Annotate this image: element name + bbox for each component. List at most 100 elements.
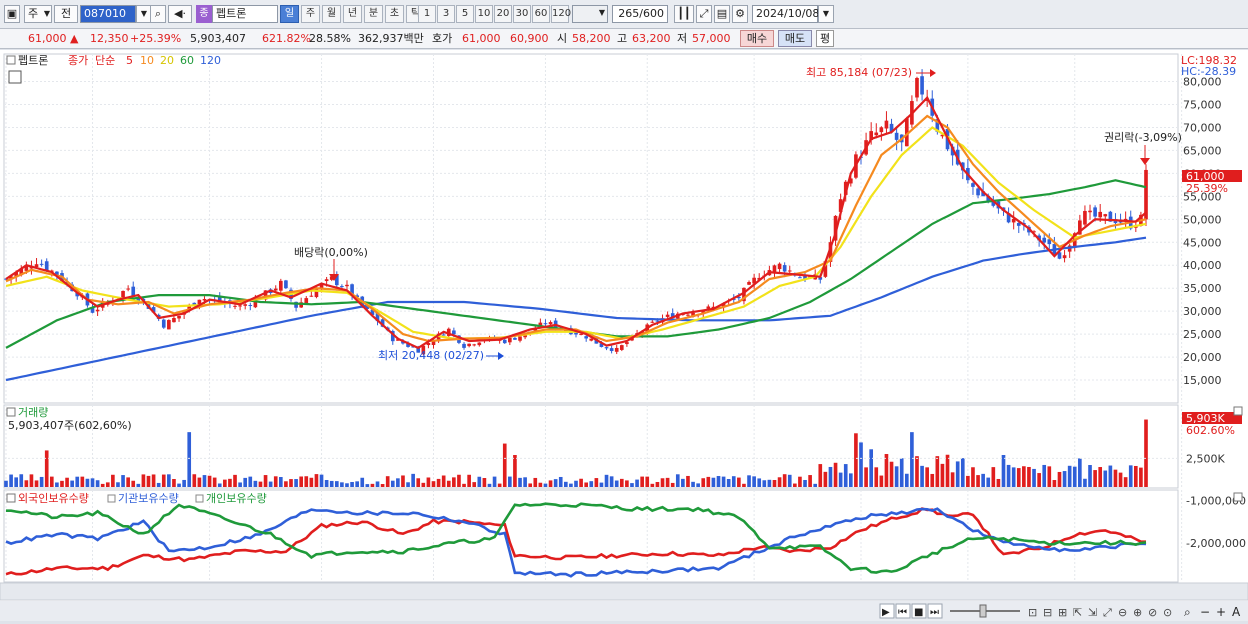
prev-stock-button[interactable]: 전 [54, 5, 78, 23]
volume-bar [370, 483, 375, 487]
interval-tab-60[interactable]: 60 [532, 5, 550, 23]
period-tab-1[interactable]: 주 [301, 5, 320, 23]
candle-body [1144, 169, 1148, 220]
holding-close-icon[interactable] [1233, 492, 1243, 502]
low-label: 저 [677, 32, 688, 45]
price-change: 12,350 [90, 32, 129, 45]
volume-bar [416, 478, 421, 487]
interval-tab-3[interactable]: 3 [437, 5, 455, 23]
volume-bar [803, 479, 807, 487]
candle-body [787, 270, 792, 272]
volume-bar [243, 477, 248, 487]
interval-tab-120[interactable]: 120 [551, 5, 571, 23]
volume-bar [691, 481, 695, 487]
legend-mode: 단순 [95, 54, 115, 67]
price-tick-label: 40,000 [1183, 259, 1222, 272]
gear-icon[interactable]: ⚙ [732, 5, 748, 23]
volume-bar [640, 476, 644, 487]
quote-info-bar: 61,000 ▲ 12,350 +25.39% 5,903,407 621.82… [0, 29, 1248, 49]
stock-code-input[interactable]: 087010 [80, 5, 136, 23]
volume-bar [390, 480, 395, 487]
volume-bar [1047, 466, 1052, 487]
volume-bar [625, 480, 629, 487]
volume-bar [609, 476, 614, 487]
volume-bar [278, 477, 283, 487]
average-button[interactable]: 평 [816, 30, 834, 47]
interval-tab-20[interactable]: 20 [494, 5, 512, 23]
date-input[interactable]: 2024/10/08 [752, 5, 819, 23]
volume-bar [345, 483, 349, 487]
volume-bar [1016, 468, 1021, 487]
volume-bar [910, 432, 914, 487]
candle-body [284, 280, 288, 289]
volume-bar [223, 479, 227, 487]
interval-tab-1[interactable]: 1 [418, 5, 436, 23]
period-tab-0[interactable]: 일 [280, 5, 299, 23]
volume-bar [731, 476, 736, 487]
volume-bar [39, 476, 44, 487]
interval-tab-30[interactable]: 30 [513, 5, 531, 23]
save-icon[interactable]: ▤ [714, 5, 730, 23]
search-icon[interactable]: ⌕ [150, 5, 166, 23]
volume-close-icon[interactable] [1233, 406, 1243, 416]
minus-icon: − [1200, 605, 1210, 619]
period-tab-5[interactable]: 초 [385, 5, 404, 23]
tool-icon-8: ⊘ [1148, 606, 1157, 619]
calendar-dropdown-icon[interactable]: ▼ [818, 5, 834, 23]
up-arrow-icon: ▲ [70, 32, 79, 45]
volume-bar [44, 450, 49, 487]
holding-config-icon[interactable] [6, 493, 16, 503]
volume-bar [202, 475, 207, 487]
volume-bar [141, 474, 146, 487]
chart-svg[interactable]: 2,500K -1,000,000-2,000,000 80,00075,000… [0, 50, 1248, 621]
stock-code-value: 087010 [84, 7, 126, 20]
volume-bar [355, 481, 359, 487]
volume-bar [686, 475, 690, 487]
volume-bar [996, 478, 1001, 487]
interval-tab-5[interactable]: 5 [456, 5, 474, 23]
volume-bar [513, 455, 517, 487]
volume-bar [497, 483, 502, 487]
candle-body [777, 263, 782, 270]
count-max: /600 [639, 7, 664, 20]
period-tab-3[interactable]: 년 [343, 5, 362, 23]
volume-bar [655, 481, 660, 487]
candle-body [1088, 210, 1092, 213]
candle-type-icon[interactable]: ┃┃ [674, 5, 694, 23]
speaker-icon[interactable]: ◀· [168, 5, 192, 23]
stock-type-badge: 종 [196, 5, 212, 23]
stock-name-field[interactable]: 펩트론 [212, 5, 278, 23]
volume-bar [207, 475, 212, 487]
volume-bar [508, 476, 512, 487]
period-tab-4[interactable]: 분 [364, 5, 383, 23]
volume-bar [828, 466, 833, 487]
period-tab-2[interactable]: 월 [322, 5, 341, 23]
market-select[interactable]: 주 ▼ [24, 5, 52, 23]
volume-bar [477, 476, 482, 487]
sell-button[interactable]: 매도 [778, 30, 812, 47]
volume-bar [482, 477, 487, 487]
count-value: 265 [618, 7, 640, 20]
table-icon[interactable] [8, 70, 22, 84]
buy-button[interactable]: 매수 [740, 30, 774, 47]
crosshair-icon[interactable]: ⤢ [696, 5, 712, 23]
volume-bar [635, 479, 639, 487]
volume-bar [523, 477, 527, 487]
panel-config-icon[interactable] [6, 55, 16, 65]
volume-config-icon[interactable] [6, 407, 16, 417]
volume-bar [24, 480, 29, 487]
chart-area[interactable]: 2,500K -1,000,000 -2,000,000 80,000 75,000… [0, 50, 1248, 621]
volume-bar [960, 458, 965, 487]
volume-bar [70, 480, 74, 487]
individual-config-icon[interactable] [195, 494, 204, 503]
window-menu-icon[interactable]: ▣ [4, 5, 20, 23]
interval-tab-10[interactable]: 10 [475, 5, 493, 23]
institution-config-icon[interactable] [107, 494, 116, 503]
data-count-field[interactable]: 265/600 [612, 5, 668, 23]
volume-bar [1011, 467, 1016, 487]
volume-bar [19, 474, 24, 487]
volume-bar [80, 476, 85, 487]
volume-bar [1067, 465, 1072, 487]
interval-dropdown-icon[interactable]: ▼ [594, 5, 610, 23]
volume-bar [650, 483, 655, 487]
